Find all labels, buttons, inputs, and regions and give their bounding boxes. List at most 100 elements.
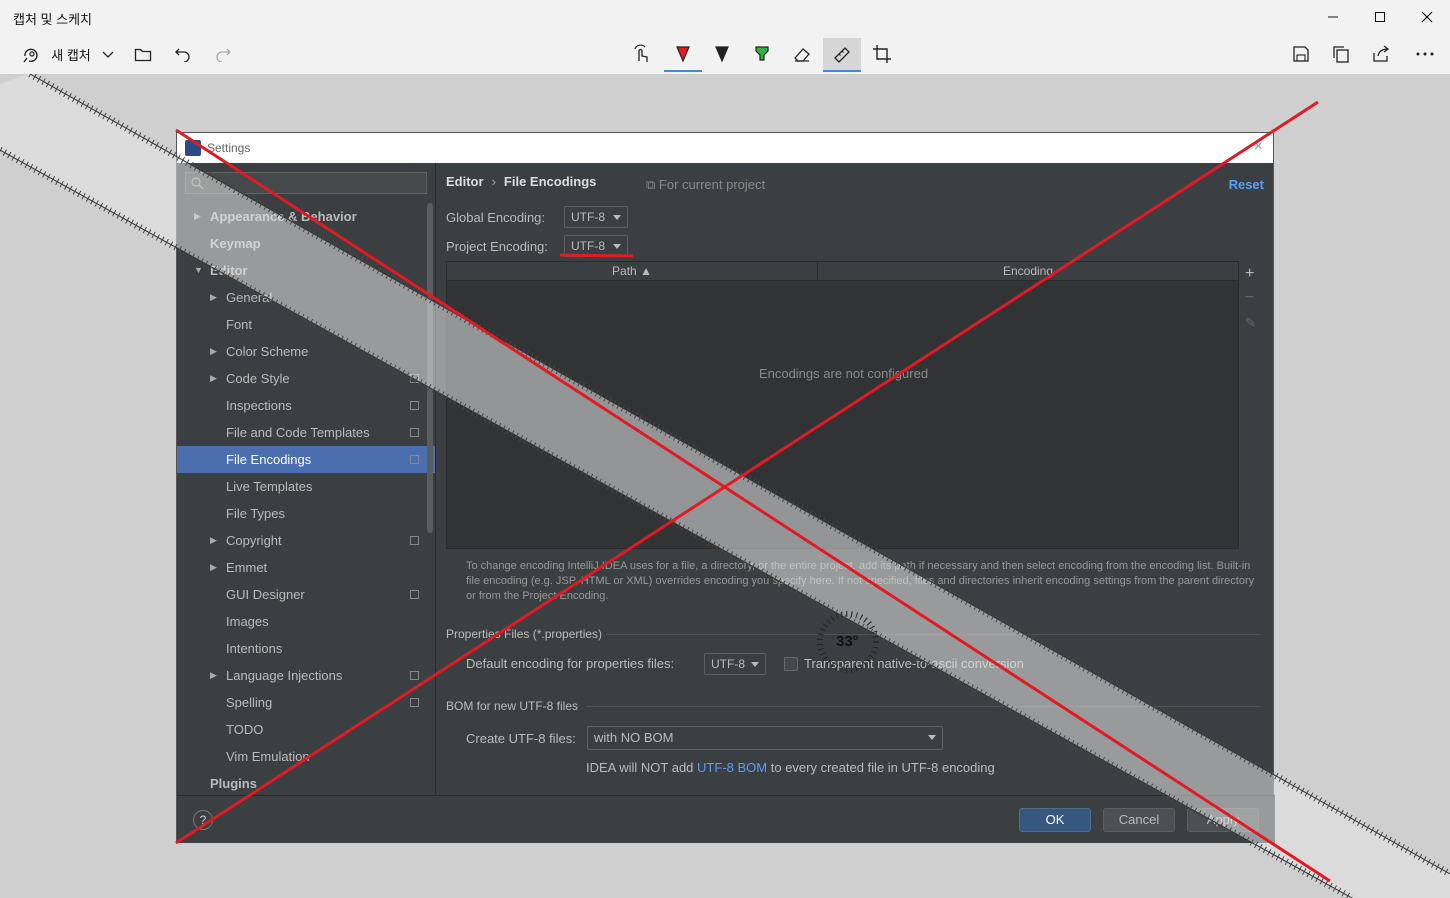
apply-button[interactable]: Apply — [1187, 808, 1259, 832]
sidebar-item-label: Font — [226, 317, 253, 332]
sidebar-item[interactable]: Plugins — [177, 770, 435, 797]
new-capture-button[interactable]: 새 캡처 — [12, 38, 100, 70]
close-window-button[interactable] — [1404, 0, 1450, 34]
sidebar-item[interactable]: ▶ Code Style — [177, 365, 435, 392]
sidebar-scrollbar[interactable] — [427, 203, 433, 533]
expand-right-icon[interactable]: ▶ — [210, 554, 217, 581]
close-icon — [1421, 11, 1433, 23]
sidebar-item[interactable]: ▶ Emmet — [177, 554, 435, 581]
sidebar-item-label: Plugins — [210, 776, 257, 791]
project-scope-icon: ⧉ — [646, 177, 659, 192]
redo-button[interactable] — [208, 38, 238, 70]
bom-note: IDEA will NOT add UTF-8 BOM to every cre… — [586, 760, 995, 775]
file-encodings-panel: Editor › File Encodings ⧉ For current proj… — [436, 163, 1274, 795]
sidebar-item[interactable]: ▶ Appearance & Behavior — [177, 203, 435, 230]
sidebar-item[interactable]: Vim Emulation — [177, 743, 435, 770]
cancel-button[interactable]: Cancel — [1103, 808, 1175, 832]
maximize-icon — [1375, 12, 1385, 22]
sidebar-item-label: Inspections — [226, 398, 292, 413]
sidebar-item[interactable]: File Types — [177, 500, 435, 527]
breadcrumb: Editor › File Encodings — [446, 174, 596, 189]
sidebar-item[interactable]: Keymap — [177, 230, 435, 257]
sidebar-item[interactable]: TODO — [177, 716, 435, 743]
ok-button[interactable]: OK — [1019, 808, 1091, 832]
expand-down-icon[interactable]: ▼ — [194, 257, 203, 284]
breadcrumb-current: File Encodings — [503, 174, 597, 189]
sidebar-item[interactable]: Spelling — [177, 689, 435, 716]
more-button[interactable] — [1408, 38, 1442, 70]
open-file-button[interactable] — [128, 38, 158, 70]
minimize-button[interactable] — [1310, 0, 1356, 34]
expand-right-icon[interactable]: ▶ — [194, 203, 201, 230]
properties-encoding-select[interactable]: UTF-8 — [704, 653, 766, 675]
edit-icon[interactable]: ✎ — [1245, 315, 1256, 331]
dropdown-arrow-icon — [751, 662, 759, 667]
expand-right-icon[interactable]: ▶ — [210, 662, 217, 689]
project-scope-icon — [410, 536, 419, 545]
project-encoding-select[interactable]: UTF-8 — [564, 235, 628, 257]
expand-right-icon[interactable]: ▶ — [210, 527, 217, 554]
ruler-button[interactable] — [823, 38, 861, 72]
help-button[interactable]: ? — [193, 810, 213, 830]
sidebar-item-label: File Types — [226, 506, 286, 521]
properties-encoding-value: UTF-8 — [711, 657, 745, 671]
path-column-header[interactable]: Path ▲ — [447, 262, 818, 281]
settings-search-input[interactable] — [185, 172, 427, 194]
maximize-button[interactable] — [1357, 0, 1403, 34]
sidebar-item[interactable]: ▶ General — [177, 284, 435, 311]
ballpoint-pen-button[interactable] — [664, 38, 702, 72]
pencil-button[interactable] — [706, 38, 738, 70]
sidebar-item[interactable]: Images — [177, 608, 435, 635]
save-button[interactable] — [1286, 38, 1316, 70]
project-scope-icon — [410, 671, 419, 680]
sidebar-item-label: File Encodings — [226, 452, 312, 467]
expand-right-icon[interactable]: ▶ — [210, 284, 217, 311]
global-encoding-select[interactable]: UTF-8 — [564, 206, 628, 228]
bom-note-suffix: to every created file in UTF-8 encoding — [770, 760, 995, 775]
undo-button[interactable] — [168, 38, 198, 70]
touch-writing-button[interactable] — [626, 38, 658, 70]
sidebar-item[interactable]: ▶ Copyright — [177, 527, 435, 554]
sort-ascending-icon: ▲ — [640, 264, 652, 278]
sidebar-item[interactable]: ▶ Color Scheme — [177, 338, 435, 365]
close-icon[interactable]: × — [1254, 138, 1263, 156]
sidebar-item[interactable]: Live Templates — [177, 473, 435, 500]
crop-button[interactable] — [866, 38, 898, 70]
sidebar-item[interactable]: File Encodings — [177, 446, 435, 473]
capture-canvas[interactable]: Settings × ▶ Appearance & Behavior Keymap ▼… — [0, 74, 1450, 898]
app-title: 캡처 및 스케치 — [13, 12, 92, 27]
remove-icon[interactable]: − — [1245, 289, 1254, 307]
copy-button[interactable] — [1326, 38, 1356, 70]
sidebar-item[interactable]: File and Code Templates — [177, 419, 435, 446]
dropdown-arrow-icon — [928, 735, 936, 740]
encoding-column-label: Encoding — [1002, 264, 1054, 278]
chevron-down-icon — [102, 51, 114, 58]
add-icon[interactable]: + — [1245, 265, 1254, 283]
sidebar-item[interactable]: ▼ Editor — [177, 257, 435, 284]
open-folder-icon — [134, 48, 152, 62]
sidebar-item[interactable]: Intentions — [177, 635, 435, 662]
ballpoint-pen-icon — [676, 46, 690, 63]
sidebar-item[interactable]: ▶ Language Injections — [177, 662, 435, 689]
project-scope-icon — [410, 590, 419, 599]
utf8-bom-link[interactable]: UTF-8 BOM — [697, 760, 767, 775]
sidebar-item[interactable]: Inspections — [177, 392, 435, 419]
expand-right-icon[interactable]: ▶ — [210, 365, 217, 392]
encoding-column-header[interactable]: Encoding — [818, 262, 1238, 281]
expand-right-icon[interactable]: ▶ — [210, 338, 217, 365]
eraser-button[interactable] — [786, 38, 818, 70]
share-button[interactable] — [1366, 38, 1396, 70]
for-current-project-text: For current project — [658, 177, 766, 192]
sidebar-item-label: Images — [226, 614, 269, 629]
capture-mode-dropdown[interactable] — [96, 38, 120, 70]
transparent-conversion-checkbox[interactable] — [784, 657, 798, 671]
sidebar-item[interactable]: GUI Designer — [177, 581, 435, 608]
dropdown-arrow-icon — [613, 215, 621, 220]
encodings-table[interactable]: Path ▲ Encoding Encodings are not config… — [446, 261, 1239, 549]
highlighter-button[interactable] — [746, 38, 778, 70]
highlighter-icon — [755, 46, 769, 61]
sidebar-item[interactable]: Font — [177, 311, 435, 338]
bom-option-select[interactable]: with NO BOM — [587, 726, 943, 750]
section-divider — [606, 634, 1260, 635]
reset-link[interactable]: Reset — [1229, 177, 1264, 192]
